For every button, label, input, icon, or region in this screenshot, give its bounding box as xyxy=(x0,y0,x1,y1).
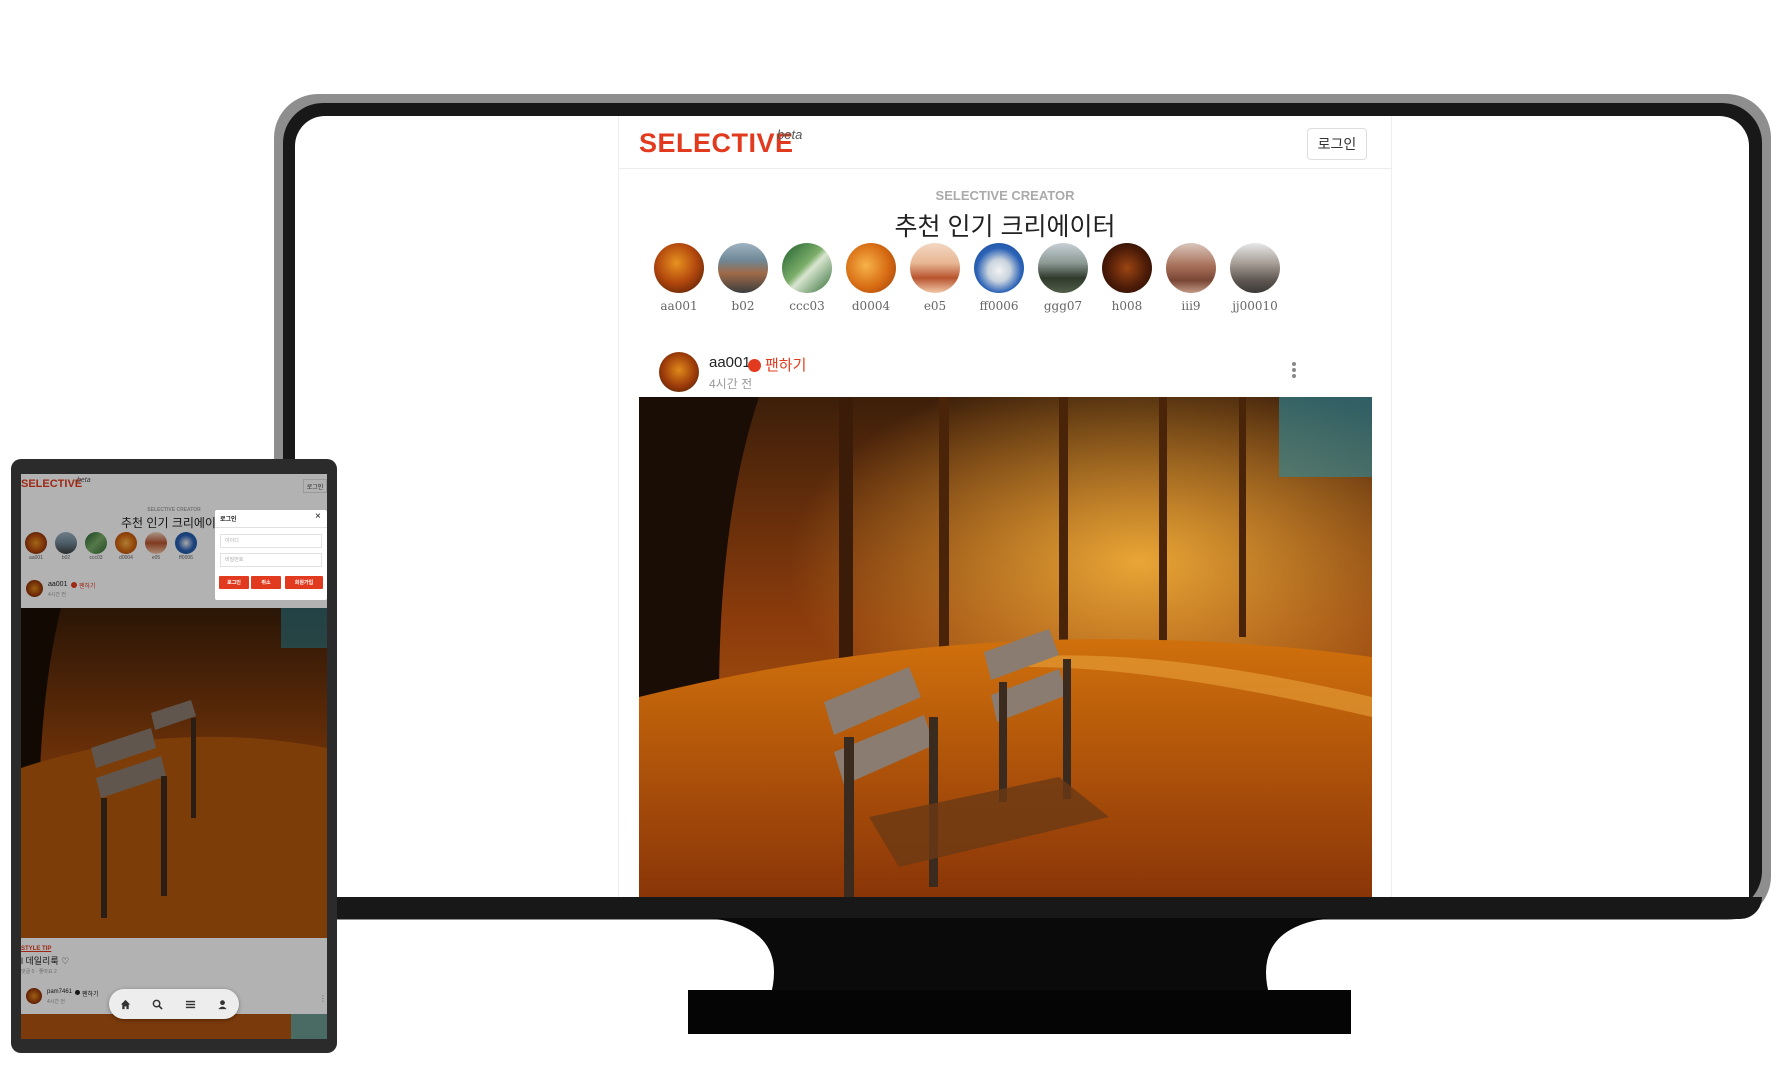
creator-item[interactable]: iii9 xyxy=(1161,243,1221,313)
creator-item[interactable]: b02 xyxy=(713,243,773,313)
search-icon[interactable] xyxy=(148,994,168,1014)
creator-name: e05 xyxy=(923,299,947,313)
close-icon[interactable]: × xyxy=(315,511,321,522)
creator-avatar xyxy=(846,243,896,293)
monitor-chin xyxy=(283,897,1762,919)
creator-item[interactable]: ccc03 xyxy=(777,243,837,313)
creator-name: ggg07 xyxy=(1043,299,1083,313)
creator-item[interactable]: d0004 xyxy=(841,243,901,313)
modal-signup-button[interactable]: 회원가입 xyxy=(285,576,323,589)
id-input[interactable]: 아이디 xyxy=(220,534,322,548)
creator-item[interactable]: aa001 xyxy=(649,243,709,313)
creator-section-title: 추천 인기 크리에이터 xyxy=(894,213,1116,241)
creator-list: aa001 b02 ccc03 d0004 e05 ff0006 xyxy=(649,243,1367,315)
creator-avatar xyxy=(974,243,1024,293)
login-modal: 로그인 × 아이디 비밀번호 로그인 취소 회원가입 xyxy=(215,510,327,600)
menu-icon[interactable] xyxy=(180,994,200,1014)
creator-item[interactable]: ggg07 xyxy=(1033,243,1093,313)
desktop-screen: SELECTIVE beta 로그인 SELECTIVE CREATOR 추천 … xyxy=(295,116,1749,897)
post-time: 4시간 전 xyxy=(709,377,753,391)
creator-name: iii9 xyxy=(1181,299,1201,313)
fan-icon xyxy=(748,359,761,372)
monitor-stand-base xyxy=(688,990,1351,1034)
user-icon[interactable] xyxy=(213,994,233,1014)
creator-avatar xyxy=(1230,243,1280,293)
tablet-page: SELECTIVE beta 로그인 SELECTIVE CREATOR 추천 … xyxy=(21,474,327,1039)
creator-avatar xyxy=(1166,243,1216,293)
creator-item[interactable]: h008 xyxy=(1097,243,1157,313)
creator-name: d0004 xyxy=(851,299,891,313)
modal-divider xyxy=(215,527,327,528)
home-icon[interactable] xyxy=(115,994,135,1014)
post-header: aa001 팬하기 4시간 전 xyxy=(659,352,1359,398)
post-username[interactable]: aa001 xyxy=(709,354,751,371)
creator-avatar xyxy=(1102,243,1152,293)
fan-button[interactable]: 팬하기 xyxy=(765,354,806,375)
monitor-stand-neck xyxy=(690,918,1350,998)
site-header: SELECTIVE beta 로그인 xyxy=(619,116,1391,169)
creator-name: ccc03 xyxy=(789,299,825,313)
creator-name: aa001 xyxy=(660,299,698,313)
post-image xyxy=(639,397,1372,897)
more-options-icon[interactable] xyxy=(1289,362,1299,382)
site-logo[interactable]: SELECTIVE xyxy=(639,128,794,159)
modal-login-button[interactable]: 로그인 xyxy=(219,576,249,589)
desktop-page: SELECTIVE beta 로그인 SELECTIVE CREATOR 추천 … xyxy=(618,116,1392,897)
creator-avatar xyxy=(1038,243,1088,293)
creator-avatar xyxy=(718,243,768,293)
login-button[interactable]: 로그인 xyxy=(1307,128,1367,160)
creator-section-subtitle: SELECTIVE CREATOR xyxy=(935,188,1075,203)
password-input[interactable]: 비밀번호 xyxy=(220,553,322,567)
post-avatar[interactable] xyxy=(659,352,699,392)
modal-title: 로그인 xyxy=(220,517,237,523)
creator-name: b02 xyxy=(731,299,755,313)
creator-avatar xyxy=(910,243,960,293)
beta-tag: beta xyxy=(777,127,803,142)
creator-name: h008 xyxy=(1111,299,1143,313)
creator-name: jj00010 xyxy=(1232,299,1278,313)
bottom-nav-bar xyxy=(109,989,239,1019)
modal-cancel-button[interactable]: 취소 xyxy=(251,576,281,589)
tablet-screen: SELECTIVE beta 로그인 SELECTIVE CREATOR 추천 … xyxy=(21,474,327,1039)
creator-avatar xyxy=(654,243,704,293)
creator-item[interactable]: jj00010 xyxy=(1225,243,1285,313)
creator-avatar xyxy=(782,243,832,293)
creator-name: ff0006 xyxy=(979,299,1019,313)
creator-item[interactable]: ff0006 xyxy=(969,243,1029,313)
creator-item[interactable]: e05 xyxy=(905,243,965,313)
